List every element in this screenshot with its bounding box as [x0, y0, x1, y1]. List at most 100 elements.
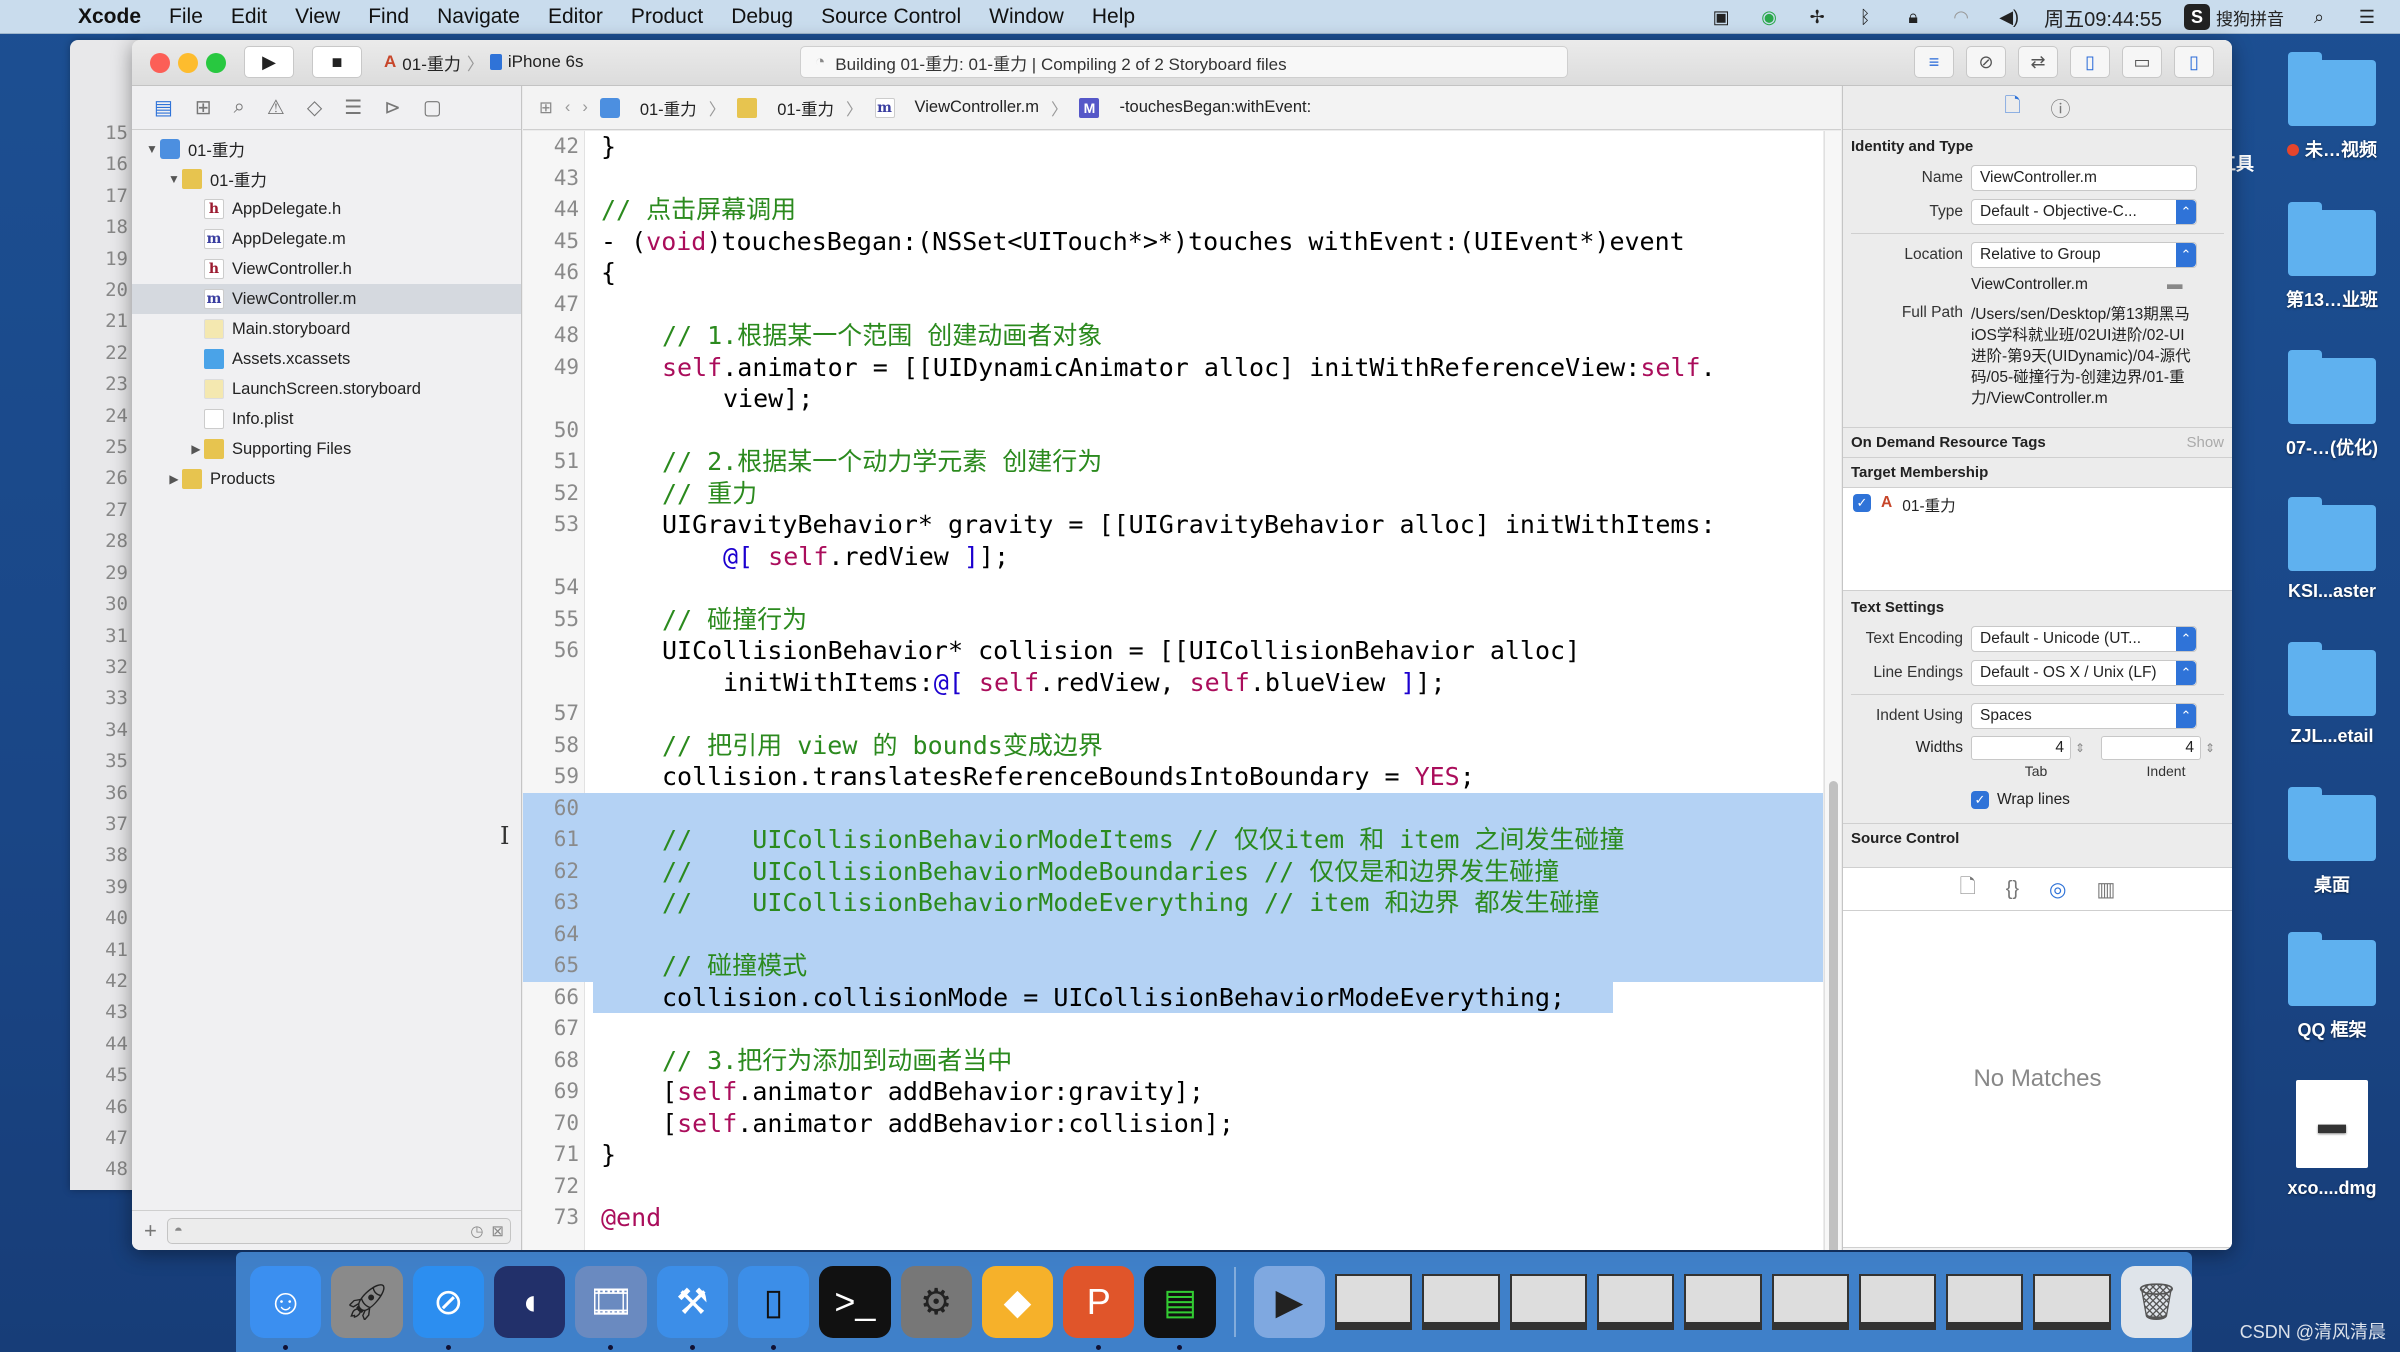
location-select[interactable]: Relative to Group: [1971, 242, 2197, 268]
editor-vertical-scrollbar[interactable]: [1824, 131, 1841, 1250]
code-line[interactable]: 56 UICollisionBehavior* collision = [[UIC…: [523, 635, 1823, 667]
code-line[interactable]: 48 // 1.根据某一个范围 创建动画者对象: [523, 320, 1823, 352]
odr-show-button[interactable]: Show: [2186, 434, 2224, 451]
debug-navigator-tab-icon[interactable]: ☰: [344, 95, 362, 120]
code-line[interactable]: 73 @end: [523, 1202, 1823, 1234]
code-line[interactable]: 42}: [523, 131, 1823, 163]
code-line[interactable]: 54: [523, 572, 1823, 604]
zoom-window-button[interactable]: [206, 53, 226, 73]
desktop-icon[interactable]: 未…视频: [2262, 52, 2400, 162]
name-input[interactable]: ViewController.m: [1971, 165, 2197, 191]
screen-record-icon[interactable]: ▣: [1708, 4, 1734, 30]
source-editor[interactable]: 42} 43 44// 点击屏幕调用 45- (void)touchesBegan:(…: [523, 131, 1823, 1250]
code-line[interactable]: 66 collision.collisionMode = UICollisionB…: [523, 981, 1823, 1013]
toggle-utilities-button[interactable]: ▯: [2174, 46, 2214, 78]
desktop-icon[interactable]: 07-…(优化): [2262, 350, 2400, 460]
code-line[interactable]: @[ self.redView ]];: [523, 541, 1823, 573]
file-inspector-tab-icon[interactable]: 🗋︎: [2004, 91, 2020, 125]
code-line[interactable]: 50: [523, 415, 1823, 447]
minimized-window-thumbnail[interactable]: [1596, 1274, 1675, 1330]
code-line[interactable]: 70 [self.animator addBehavior:collision];: [523, 1108, 1823, 1140]
report-navigator-tab-icon[interactable]: ▢: [423, 95, 442, 120]
desktop-icon[interactable]: ZJL...etail: [2262, 642, 2400, 747]
menu-window[interactable]: Window: [975, 5, 1078, 29]
code-line[interactable]: 44 // 点击屏幕调用: [523, 194, 1823, 226]
minimized-window-thumbnail[interactable]: [1771, 1274, 1849, 1330]
menu-app-xcode[interactable]: Xcode: [64, 5, 155, 29]
code-line[interactable]: 60: [523, 792, 1823, 824]
file-tree-item[interactable]: ▶ Products: [132, 464, 521, 494]
disclosure-triangle-icon[interactable]: ▶: [188, 442, 204, 456]
scheme-selector[interactable]: A 01-重力 〉 iPhone 6s: [384, 46, 583, 78]
code-line[interactable]: 43: [523, 163, 1823, 195]
code-line[interactable]: 57: [523, 698, 1823, 730]
system-preferences-icon[interactable]: ⚙: [900, 1266, 972, 1338]
code-line[interactable]: 49 self.animator = [[UIDynamicAnimator al…: [523, 352, 1823, 384]
simulator-icon[interactable]: ▯: [737, 1266, 810, 1350]
menu-view[interactable]: View: [281, 5, 354, 29]
background-window[interactable]: 15 16 17 18 19 20 21 22 23 24 25 26 27 28 29 30 31 32 33 34…: [70, 40, 140, 1190]
minimize-window-button[interactable]: [178, 53, 198, 73]
code-line[interactable]: 61 // UICollisionBehaviorModeItems // 仅仅i…: [523, 824, 1823, 856]
indent-width-stepper[interactable]: ⇕: [2201, 741, 2219, 755]
minimized-window-thumbnail[interactable]: [1509, 1274, 1587, 1330]
trash-icon[interactable]: 🗑︎: [2120, 1266, 2193, 1338]
xcode-icon[interactable]: ⚒: [656, 1266, 728, 1350]
file-tree-item[interactable]: ▼ 01-重力: [132, 134, 521, 164]
add-file-icon[interactable]: +: [144, 1218, 157, 1244]
minimized-window-thumbnail[interactable]: [1946, 1274, 2024, 1330]
file-tree-item[interactable]: h ViewController.h: [132, 254, 521, 284]
desktop-icon[interactable]: KSI...aster: [2262, 497, 2400, 602]
disclosure-triangle-icon[interactable]: ▼: [144, 142, 160, 156]
minimized-window-thumbnail[interactable]: [1684, 1274, 1762, 1330]
choose-folder-icon[interactable]: ▬: [2167, 276, 2183, 294]
code-line[interactable]: 69 [self.animator addBehavior:gravity];: [523, 1076, 1823, 1108]
menu-debug[interactable]: Debug: [717, 5, 807, 29]
minimized-window-thumbnail[interactable]: [2033, 1274, 2111, 1330]
disclosure-triangle-icon[interactable]: ▶: [166, 472, 182, 486]
play-circle-icon[interactable]: ◉: [1756, 4, 1782, 30]
code-line[interactable]: 58 // 把引用 view 的 bounds变成边界: [523, 730, 1823, 762]
code-line[interactable]: 63 // UICollisionBehaviorModeEverything /…: [523, 887, 1823, 919]
back-nav-button[interactable]: ‹: [565, 98, 571, 117]
spotlight-search-icon[interactable]: ⌕: [2306, 4, 2332, 30]
bluetooth-icon[interactable]: ᛒ: [1852, 4, 1878, 30]
text-encoding-select[interactable]: Default - Unicode (UT...: [1971, 626, 2197, 652]
project-navigator-tab-icon[interactable]: ▤: [154, 95, 173, 120]
input-method[interactable]: S 搜狗拼音: [2184, 4, 2284, 30]
indent-width-input[interactable]: 4: [2101, 736, 2201, 760]
code-line[interactable]: 46 {: [523, 257, 1823, 289]
wifi-icon[interactable]: ◠: [1948, 4, 1974, 30]
navigator-filter-input[interactable]: ◓ ◷ ⊠: [166, 1217, 511, 1244]
powerpoint-like-icon[interactable]: P: [1063, 1266, 1135, 1350]
code-line[interactable]: initWithItems:@[ self.redView, self.blue…: [523, 667, 1823, 699]
desktop-icon[interactable]: QQ 框架: [2262, 932, 2400, 1042]
breadcrumb-project[interactable]: 01-重力: [640, 96, 697, 120]
assistant-editor-button[interactable]: ⊘: [1966, 46, 2006, 78]
file-tree-item[interactable]: Main.storyboard: [132, 314, 521, 344]
file-tree-item[interactable]: Assets.xcassets: [132, 344, 521, 374]
code-line[interactable]: 51 // 2.根据某一个动力学元素 创建行为: [523, 446, 1823, 478]
file-template-library-icon[interactable]: 🗋︎: [1960, 872, 1976, 906]
terminal-icon[interactable]: >_: [819, 1266, 891, 1338]
toggle-debug-area-button[interactable]: ▭: [2122, 46, 2162, 78]
code-line[interactable]: 68 // 3.把行为添加到动画者当中: [523, 1045, 1823, 1077]
menu-navigate[interactable]: Navigate: [423, 5, 534, 29]
forward-nav-button[interactable]: ›: [582, 98, 588, 117]
code-line[interactable]: 71}: [523, 1139, 1823, 1171]
symbol-navigator-tab-icon[interactable]: ⊞: [195, 95, 212, 120]
breadcrumb-method[interactable]: -touchesBegan:withEvent:: [1119, 98, 1311, 117]
test-navigator-tab-icon[interactable]: ◇: [307, 95, 322, 120]
volume-icon[interactable]: ◀): [1996, 4, 2022, 30]
lock-icon[interactable]: 🔒︎: [1900, 4, 1926, 30]
menu-find[interactable]: Find: [354, 5, 423, 29]
file-tree-item[interactable]: m ViewController.m: [132, 284, 521, 314]
media-library-icon[interactable]: ▥: [2097, 877, 2116, 902]
code-line[interactable]: 64: [523, 918, 1823, 950]
find-navigator-tab-icon[interactable]: ⌕: [234, 96, 245, 119]
minimized-window-thumbnail[interactable]: [1858, 1274, 1937, 1330]
code-line[interactable]: 52 // 重力: [523, 478, 1823, 510]
finder-icon[interactable]: ☺: [250, 1266, 322, 1350]
menu-edit[interactable]: Edit: [217, 5, 281, 29]
menu-editor[interactable]: Editor: [534, 5, 617, 29]
